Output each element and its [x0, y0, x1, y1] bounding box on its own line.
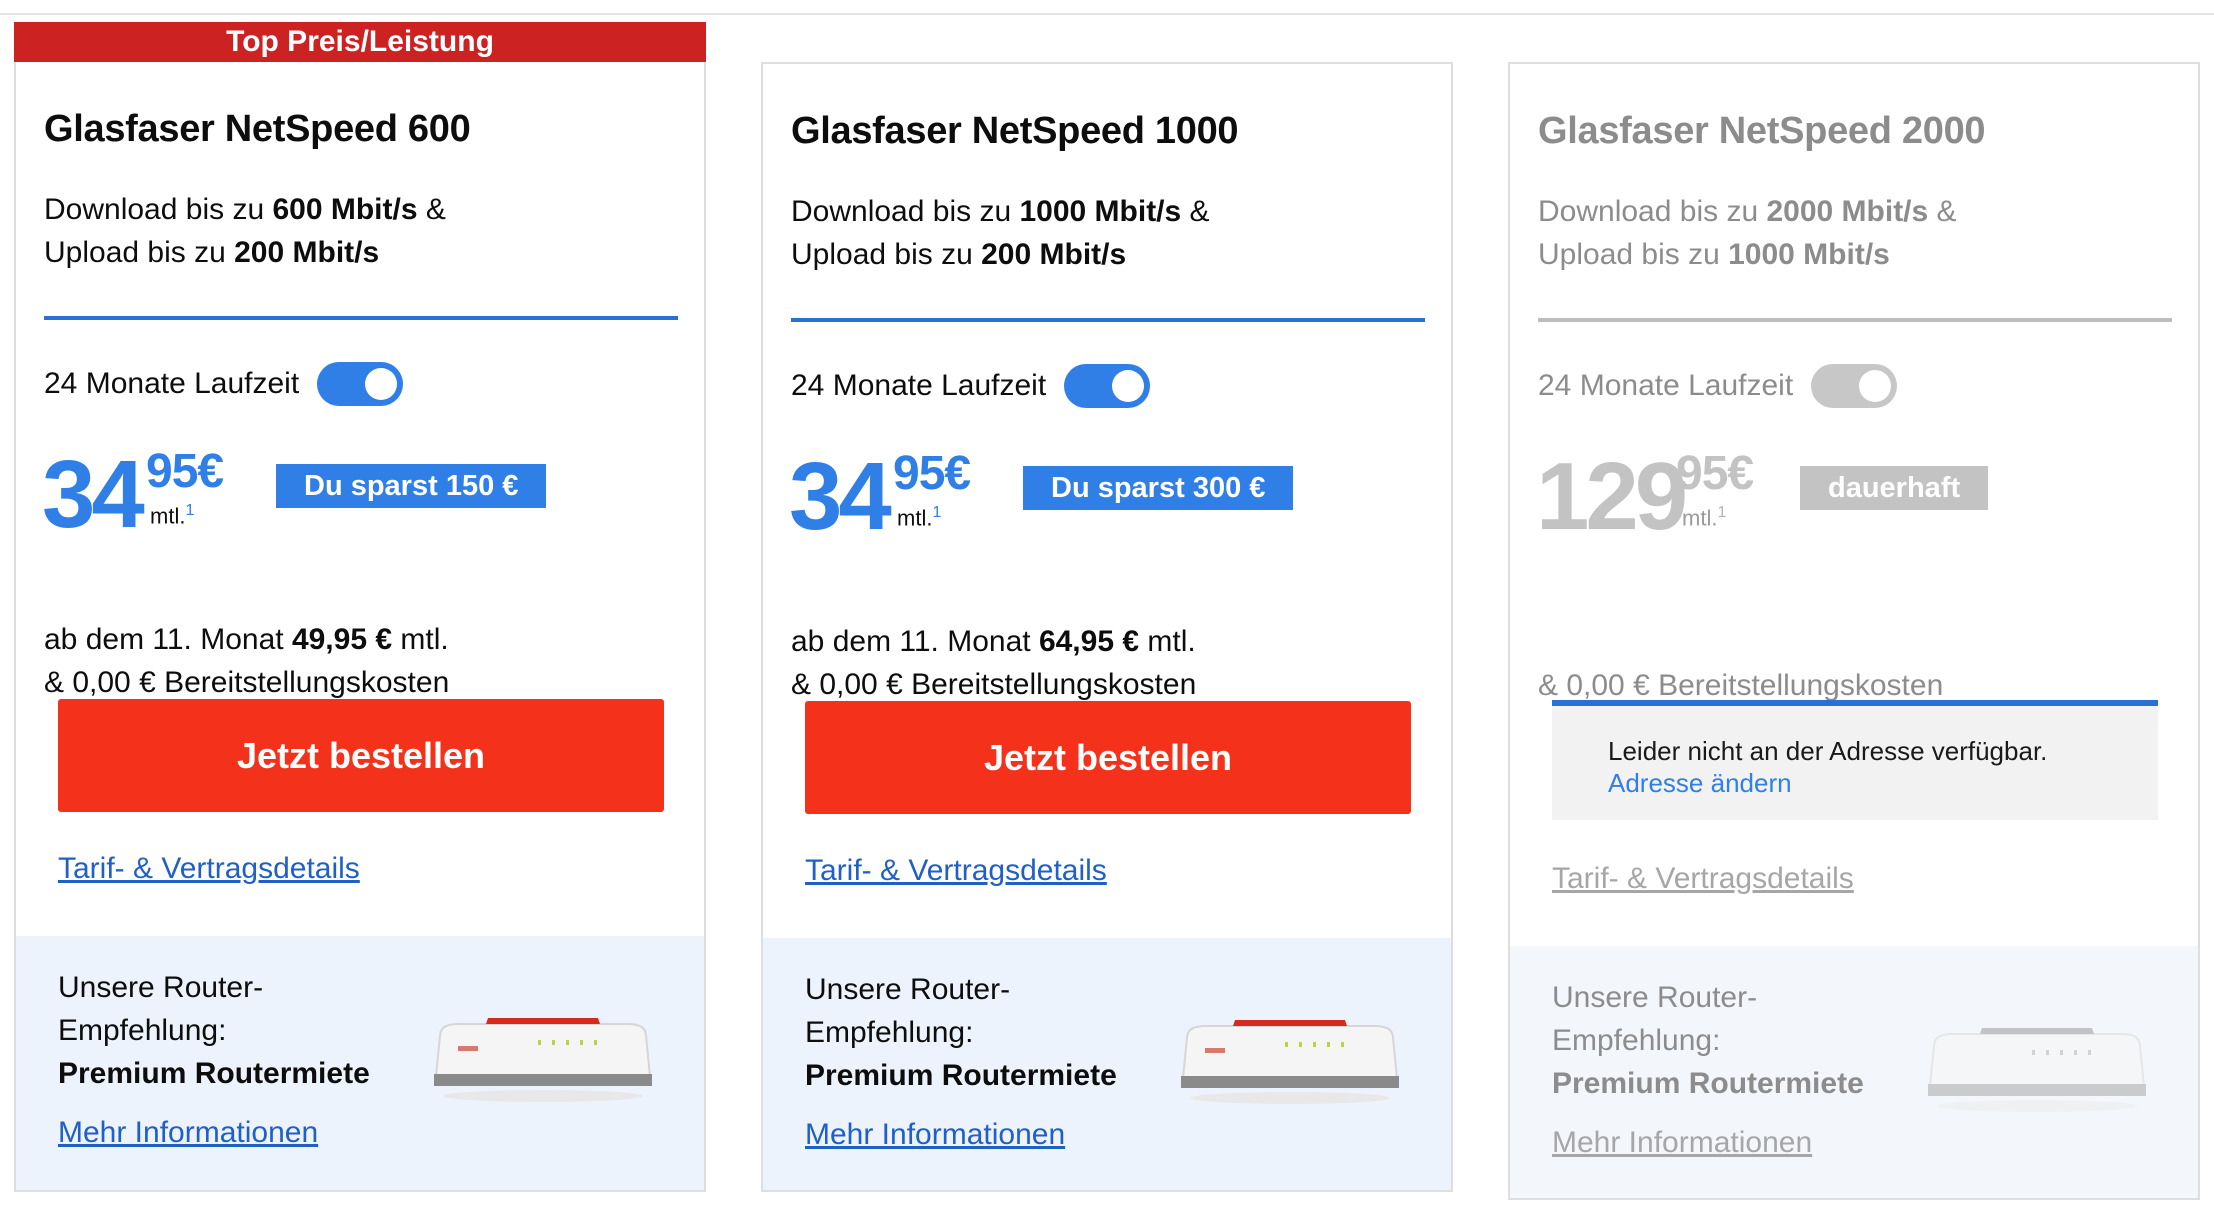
change-address-link[interactable]: Adresse ändern: [1608, 768, 1792, 799]
plan-card-1000: Glasfaser NetSpeed 1000 Download bis zu …: [761, 62, 1453, 1192]
router-text: Unsere Router- Empfehlung: Premium Route…: [805, 973, 1117, 1092]
router-recommendation: Unsere Router- Empfehlung: Premium Route…: [1510, 946, 2198, 1198]
router-recommendation: Unsere Router- Empfehlung: Premium Route…: [763, 938, 1451, 1190]
price-euros: 34: [42, 441, 145, 548]
term-label: 24 Monate Laufzeit: [44, 367, 300, 400]
tariff-details-link[interactable]: Tarif- & Vertragsdetails: [1552, 862, 1854, 896]
router-more-info-link[interactable]: Mehr Informationen: [58, 1116, 318, 1150]
router-more-info-link[interactable]: Mehr Informationen: [805, 1118, 1065, 1152]
plan-title: Glasfaser NetSpeed 2000: [1538, 110, 1986, 152]
savings-badge: Du sparst 300 €: [1023, 466, 1294, 510]
term-label: 24 Monate Laufzeit: [1538, 369, 1794, 402]
plan-speed: Download bis zu 600 Mbit/s & Upload bis …: [44, 193, 446, 269]
term-row: 24 Monate Laufzeit: [44, 362, 404, 406]
top-value-badge: Top Preis/Leistung: [14, 22, 706, 62]
term-label: 24 Monate Laufzeit: [791, 369, 1047, 402]
card-divider: [791, 318, 1425, 322]
price-after: ab dem 11. Monat 49,95 € mtl. & 0,00 € B…: [44, 623, 450, 699]
router-more-info-link[interactable]: Mehr Informationen: [1552, 1126, 1812, 1160]
savings-badge: dauerhaft: [1800, 466, 1989, 510]
term-row: 24 Monate Laufzeit: [1538, 364, 1898, 408]
router-image: [434, 1018, 652, 1102]
page-top-divider: [0, 13, 2214, 15]
price-euros: 34: [789, 443, 892, 550]
savings-badge: Du sparst 150 €: [276, 464, 547, 508]
price-unit: mtl.1: [1682, 504, 1727, 531]
plan-speed: Download bis zu 2000 Mbit/s & Upload bis…: [1538, 195, 1957, 271]
term-toggle[interactable]: [317, 362, 404, 406]
plan-card-600: Glasfaser NetSpeed 600 Download bis zu 6…: [14, 62, 706, 1192]
tariff-details-link[interactable]: Tarif- & Vertragsdetails: [805, 854, 1107, 888]
plan-card-2000: Glasfaser NetSpeed 2000 Download bis zu …: [1508, 62, 2200, 1200]
plan-title: Glasfaser NetSpeed 600: [44, 108, 471, 150]
card-divider: [1538, 318, 2172, 322]
price-after: ab dem 11. Monat 64,95 € mtl. & 0,00 € B…: [791, 625, 1197, 701]
order-button[interactable]: Jetzt bestellen: [805, 701, 1411, 814]
price-euros: 129: [1536, 443, 1688, 550]
router-text: Unsere Router- Empfehlung: Premium Route…: [1552, 981, 1864, 1100]
plan-speed: Download bis zu 1000 Mbit/s & Upload bis…: [791, 195, 1210, 271]
price: 34 95€ mtl.1: [789, 442, 1029, 552]
plan-title: Glasfaser NetSpeed 1000: [791, 110, 1239, 152]
router-image: [1928, 1028, 2146, 1112]
router-recommendation: Unsere Router- Empfehlung: Premium Route…: [16, 936, 704, 1190]
unavailable-notice: Leider nicht an der Adresse verfügbar. A…: [1552, 700, 2158, 820]
price-unit: mtl.1: [897, 504, 942, 531]
router-image: [1181, 1020, 1399, 1104]
card-divider: [44, 316, 678, 320]
price: 129 95€ mtl.1: [1536, 442, 1796, 552]
price-cents: 95€: [893, 447, 971, 500]
term-toggle: [1811, 364, 1898, 408]
router-text: Unsere Router- Empfehlung: Premium Route…: [58, 971, 370, 1090]
term-row: 24 Monate Laufzeit: [791, 364, 1151, 408]
tariff-details-link[interactable]: Tarif- & Vertragsdetails: [58, 852, 360, 886]
unavailable-message: Leider nicht an der Adresse verfügbar.: [1608, 736, 2048, 766]
price-cents: 95€: [146, 445, 224, 498]
term-toggle[interactable]: [1064, 364, 1151, 408]
price: 34 95€ mtl.1: [42, 440, 282, 550]
price-unit: mtl.1: [150, 502, 195, 529]
price-cents: 95€: [1676, 447, 1754, 500]
order-button[interactable]: Jetzt bestellen: [58, 699, 664, 812]
